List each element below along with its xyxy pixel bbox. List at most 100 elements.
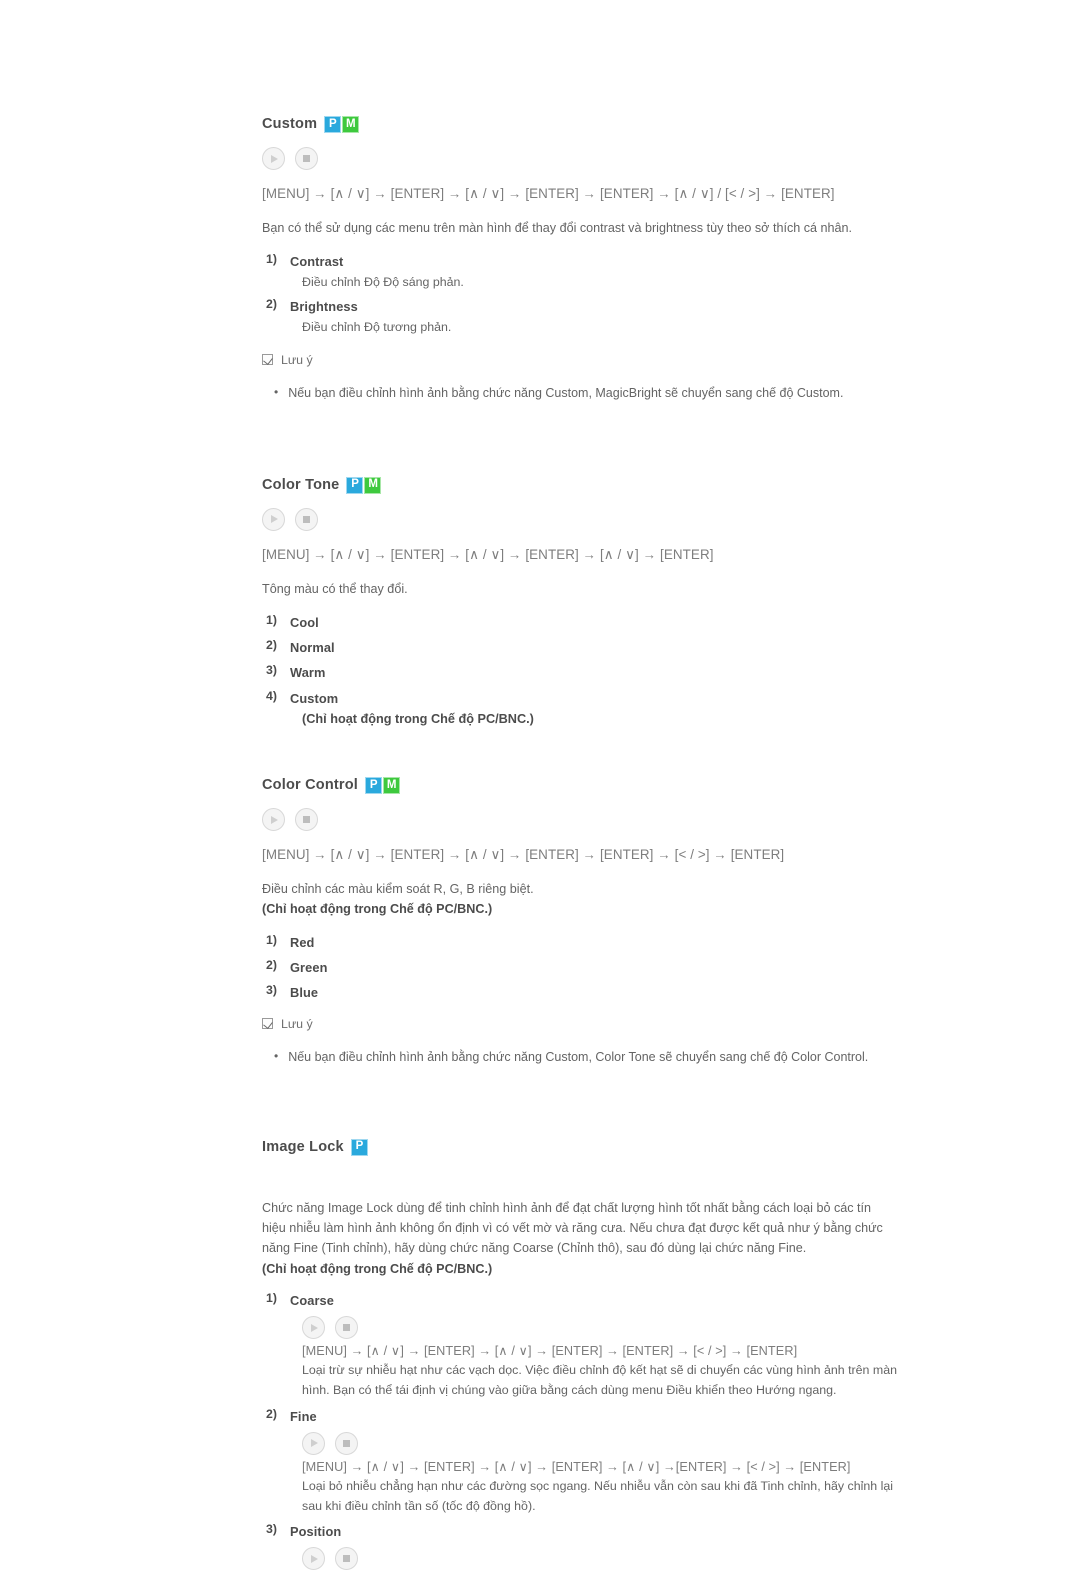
stop-icon[interactable] — [335, 1431, 358, 1455]
section-image-lock: Image Lock P Chức năng Image Lock dùng đ… — [262, 1138, 902, 1571]
play-icon[interactable] — [302, 1316, 325, 1340]
note-check-icon — [262, 1018, 273, 1030]
list-item-desc: Điều chỉnh Độ tương phản. — [302, 319, 452, 334]
play-icon[interactable] — [262, 507, 285, 531]
section-title-image-lock: Image Lock P — [262, 1138, 902, 1156]
list-number: 2) — [266, 297, 277, 312]
media-buttons — [262, 808, 902, 832]
badge-group: P M — [324, 116, 360, 133]
intro-color-tone: Tông màu có thể thay đổi. — [262, 581, 408, 596]
list-item-title: Cool — [290, 614, 319, 630]
list-number: 1) — [266, 252, 277, 267]
list-number: 3) — [266, 983, 277, 998]
media-buttons — [302, 1431, 902, 1455]
list-color-control: 1) Red 2) Green 3) Blue — [262, 933, 902, 1004]
list-color-tone: 1) Cool 2) Normal 3) Warm 4) Custom (Chỉ… — [262, 613, 902, 729]
note-bullet-text: Nếu bạn điều chỉnh hình ảnh bằng chức nă… — [288, 385, 844, 400]
stop-icon[interactable] — [335, 1547, 358, 1571]
list-item: 2) Brightness Điều chỉnh Độ tương phản. — [262, 297, 902, 337]
play-icon[interactable] — [302, 1547, 325, 1571]
list-item: 3) Blue — [262, 983, 902, 1003]
note-header: Lưu ý — [262, 1017, 902, 1031]
media-buttons — [262, 507, 902, 531]
note-bullet: • Nếu bạn điều chỉnh hình ảnh bằng chức … — [262, 383, 902, 403]
section-title-text: Image Lock — [262, 1138, 344, 1155]
intro-color-control-mode-note: (Chỉ hoạt động trong Chế độ PC/BNC.) — [262, 902, 493, 917]
list-item-title: Warm — [290, 665, 326, 681]
list-image-lock: 1) Coarse [MENU] → [∧ / ∨] → [ENTER] → [… — [262, 1291, 902, 1571]
play-icon[interactable] — [302, 1431, 325, 1455]
note-label: Lưu ý — [281, 1016, 313, 1031]
list-item: 1) Contrast Điều chỉnh Độ Độ sáng phản. — [262, 252, 902, 292]
stop-icon[interactable] — [295, 507, 318, 531]
media-buttons — [302, 1316, 902, 1340]
badge-group: P M — [365, 777, 401, 795]
nav-path-coarse: [MENU] → [∧ / ∨] → [ENTER] → [∧ / ∨] → [… — [302, 1344, 798, 1359]
section-title-color-tone: Color Tone P M — [262, 476, 902, 494]
note-bullet: • Nếu bạn điều chỉnh hình ảnh bằng chức … — [262, 1047, 902, 1067]
badge-group: P — [350, 1138, 368, 1156]
nav-path-custom: [MENU] → [∧ / ∨] → [ENTER] → [∧ / ∨] → [… — [262, 186, 835, 201]
intro-custom: Bạn có thể sử dụng các menu trên màn hìn… — [262, 221, 853, 235]
list-item: 3) Position — [262, 1522, 902, 1571]
badge-pc-icon: P — [365, 777, 383, 795]
subblock-position — [290, 1547, 902, 1571]
badge-media-icon: M — [383, 777, 401, 795]
badge-pc-icon: P — [350, 1138, 368, 1156]
nav-path-color-tone: [MENU] → [∧ / ∨] → [ENTER] → [∧ / ∨] → [… — [262, 546, 714, 562]
list-item-title: Green — [290, 960, 328, 976]
section-title-text: Color Tone — [262, 476, 340, 493]
section-custom: Custom P M [MENU] → [∧ / ∨] → [ENTER] → … — [262, 116, 902, 403]
list-item-title: Position — [290, 1523, 342, 1539]
list-item: 1) Red — [262, 933, 902, 953]
section-color-control: Color Control P M [MENU] → [∧ / ∨] → [EN… — [262, 777, 902, 1066]
list-number: 3) — [266, 663, 277, 678]
stop-icon[interactable] — [295, 147, 318, 170]
intro-color-control: Điều chỉnh các màu kiểm soát R, G, B riê… — [262, 882, 534, 897]
list-number: 1) — [266, 612, 277, 627]
list-number: 2) — [266, 958, 277, 973]
section-title-text: Color Control — [262, 777, 359, 794]
list-item: 2) Fine [MENU] → [∧ / ∨] → [ENTER] → [∧ … — [262, 1407, 902, 1516]
list-number: 2) — [266, 638, 277, 653]
list-item-title: Brightness — [290, 299, 358, 315]
play-icon[interactable] — [262, 808, 285, 832]
list-item-title: Normal — [290, 640, 335, 656]
badge-group: P M — [346, 476, 382, 494]
list-item: 2) Green — [262, 958, 902, 978]
list-item-title: Red — [290, 934, 315, 950]
bullet-dot-icon: • — [274, 384, 279, 399]
badge-media-icon: M — [364, 476, 382, 494]
play-icon[interactable] — [262, 147, 285, 170]
desc-fine: Loại bỏ nhiễu chẳng hạn như các đường sọ… — [302, 1478, 893, 1513]
list-custom: 1) Contrast Điều chỉnh Độ Độ sáng phản. … — [262, 252, 902, 337]
badge-pc-icon: P — [324, 116, 342, 133]
stop-icon[interactable] — [335, 1316, 358, 1340]
list-number: 4) — [266, 688, 277, 703]
note-bullet-text: Nếu bạn điều chỉnh hình ảnh bằng chức nă… — [288, 1049, 869, 1064]
list-item-title: Fine — [290, 1408, 317, 1424]
list-item: 4) Custom (Chỉ hoạt động trong Chế độ PC… — [262, 689, 902, 730]
media-buttons — [262, 147, 902, 170]
list-item: 1) Coarse [MENU] → [∧ / ∨] → [ENTER] → [… — [262, 1291, 902, 1400]
section-title-custom: Custom P M — [262, 116, 902, 133]
list-number: 1) — [266, 932, 277, 947]
manual-page: Custom P M [MENU] → [∧ / ∨] → [ENTER] → … — [262, 0, 902, 1574]
list-item: 1) Cool — [262, 613, 902, 633]
badge-pc-icon: P — [346, 476, 364, 494]
section-title-text: Custom — [262, 116, 318, 133]
list-item-desc: Điều chỉnh Độ Độ sáng phản. — [302, 274, 464, 289]
list-item-title: Blue — [290, 985, 319, 1001]
note-header: Lưu ý — [262, 353, 902, 367]
body-image-lock-mode-note: (Chỉ hoạt động trong Chế độ PC/BNC.) — [262, 1261, 493, 1276]
bullet-dot-icon: • — [274, 1048, 279, 1063]
nav-path-color-control: [MENU] → [∧ / ∨] → [ENTER] → [∧ / ∨] → [… — [262, 847, 785, 863]
list-item: 2) Normal — [262, 638, 902, 658]
section-title-color-control: Color Control P M — [262, 777, 902, 795]
desc-coarse: Loại trừ sự nhiễu hạt như các vạch dọc. … — [302, 1363, 897, 1398]
badge-media-icon: M — [342, 116, 360, 133]
stop-icon[interactable] — [295, 808, 318, 832]
list-item-mode-note: (Chỉ hoạt động trong Chế độ PC/BNC.) — [302, 711, 534, 726]
nav-path-fine: [MENU] → [∧ / ∨] → [ENTER] → [∧ / ∨] → [… — [302, 1459, 851, 1474]
list-number: 1) — [266, 1291, 277, 1306]
